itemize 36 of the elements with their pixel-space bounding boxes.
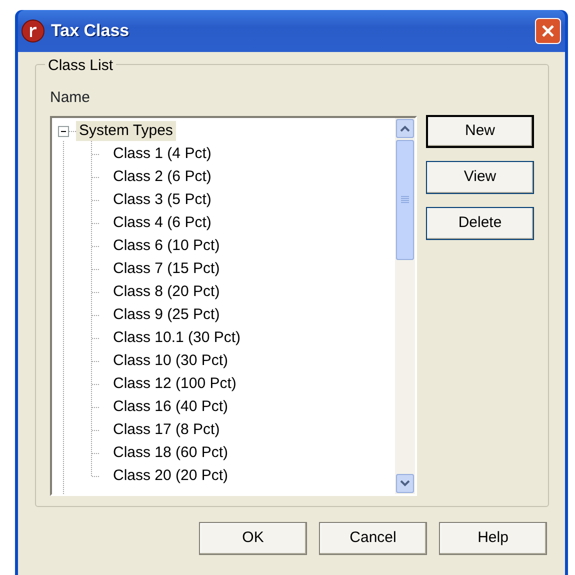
tree-node[interactable]: Class 9 (25 Pct): [110, 305, 223, 325]
field-label: Name: [50, 88, 90, 108]
tree-node[interactable]: Class 2 (6 Pct): [110, 167, 214, 187]
window-title: Tax Class: [51, 20, 130, 42]
tree-node[interactable]: Class 20 (20 Pct): [110, 466, 232, 486]
collapse-icon[interactable]: [58, 126, 76, 136]
close-button[interactable]: [535, 18, 561, 44]
tree-view[interactable]: [50, 116, 417, 496]
dialog-button[interactable]: OK: [199, 522, 307, 555]
tree-node[interactable]: Class 10.1 (30 Pct): [110, 328, 244, 348]
tree-node[interactable]: System Types: [76, 121, 176, 141]
scrollbar[interactable]: [395, 118, 415, 494]
tree-node[interactable]: Class 16 (40 Pct): [110, 397, 232, 417]
tree-node[interactable]: Class 6 (10 Pct): [110, 236, 223, 256]
tree-node[interactable]: Class 12 (100 Pct): [110, 374, 240, 394]
close-icon: [541, 24, 555, 38]
action-button[interactable]: New: [426, 114, 534, 148]
up-chevron-icon: [400, 124, 410, 132]
scroll-down-button[interactable]: [396, 474, 414, 492]
tree-node[interactable]: Class 3 (5 Pct): [110, 190, 214, 210]
tree-node[interactable]: Class 10 (30 Pct): [110, 351, 232, 371]
tree-node[interactable]: Class 17 (8 Pct): [110, 420, 223, 440]
scroll-thumb[interactable]: [396, 140, 414, 260]
dialog-button[interactable]: Cancel: [319, 522, 427, 555]
scroll-up-button[interactable]: [396, 118, 414, 138]
tree-node[interactable]: Class 1 (4 Pct): [110, 144, 214, 164]
tree-node[interactable]: Class 4 (6 Pct): [110, 213, 214, 233]
action-button[interactable]: View: [426, 160, 534, 194]
tree-node[interactable]: Class 18 (60 Pct): [110, 443, 232, 463]
app-logo-icon: [21, 19, 45, 43]
down-chevron-icon: [400, 480, 410, 486]
tree-node[interactable]: Class 8 (20 Pct): [110, 282, 223, 302]
dialog-button[interactable]: Help: [439, 522, 547, 555]
grip-icon: [401, 196, 409, 203]
action-button[interactable]: Delete: [426, 206, 534, 240]
tree-node[interactable]: Class 7 (15 Pct): [110, 259, 223, 279]
